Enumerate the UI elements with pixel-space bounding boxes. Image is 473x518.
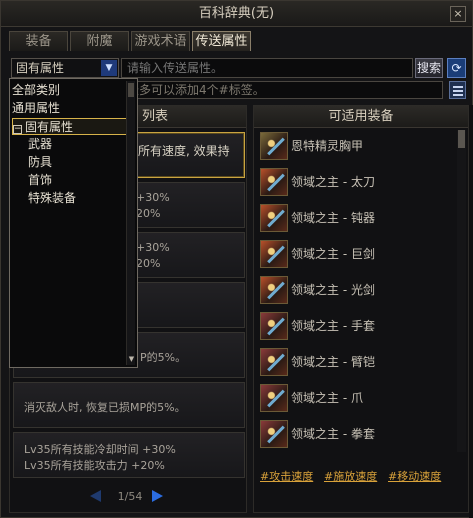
dropdown-item-label: 固有属性 xyxy=(25,120,74,134)
equipment-item[interactable]: 恩特精灵胸甲 xyxy=(257,132,467,164)
list-item[interactable]: 消灭敌人时, 恢复已损MP的5%。 xyxy=(13,382,245,428)
claw-icon xyxy=(260,384,288,412)
tab-game-terms[interactable]: 游戏术语 xyxy=(131,31,190,51)
encyclopedia-window: 百科辞典(无) × 装备 附魔 游戏术语 传送属性 固有属性 ▼ 搜索 ⟳ 最多… xyxy=(0,0,473,518)
chevron-down-icon[interactable]: ▼ xyxy=(101,60,117,76)
dropdown-scrollbar[interactable]: ▼ xyxy=(126,81,135,365)
equipment-name: 领域之主 - 爪 xyxy=(291,391,363,405)
equipment-name: 领域之主 - 光剑 xyxy=(291,283,375,297)
armor-icon xyxy=(260,132,288,160)
search-input[interactable] xyxy=(121,58,413,78)
tag-move-speed[interactable]: #移动速度 xyxy=(388,468,441,484)
equipment-header: 可适用装备 xyxy=(254,106,468,128)
dropdown-item-special-equipment[interactable]: 特殊装备 xyxy=(28,190,128,207)
equipment-item[interactable]: 领域之主 - 钝器 xyxy=(257,204,467,236)
equipment-name: 领域之主 - 巨剑 xyxy=(291,247,375,261)
search-button[interactable]: 搜索 xyxy=(415,58,443,78)
refresh-icon[interactable]: ⟳ xyxy=(447,58,466,78)
knuckle-icon xyxy=(260,420,288,448)
equipment-item[interactable]: 领域之主 - 太刀 xyxy=(257,168,467,200)
close-button[interactable]: × xyxy=(450,6,466,22)
tab-enchant[interactable]: 附魔 xyxy=(70,31,129,51)
equipment-name: 领域之主 - 拳套 xyxy=(291,427,375,441)
dropdown-item-armor[interactable]: 防具 xyxy=(28,154,128,171)
window-title: 百科辞典(无) xyxy=(198,6,275,21)
dropdown-item-all[interactable]: 全部类别 xyxy=(12,82,128,99)
katana-icon xyxy=(260,168,288,196)
pagination: 1/54 xyxy=(10,488,246,508)
category-select-value: 固有属性 xyxy=(16,61,65,75)
gauntlet-icon xyxy=(260,348,288,376)
greatsword-icon xyxy=(260,240,288,268)
title-bar[interactable]: 百科辞典(无) × xyxy=(1,1,472,27)
tag-list-icon[interactable] xyxy=(449,81,466,99)
equipment-name: 领域之主 - 手套 xyxy=(291,319,375,333)
scroll-thumb[interactable] xyxy=(458,130,465,148)
side-strip xyxy=(469,105,473,518)
collapse-icon[interactable]: − xyxy=(13,125,22,134)
equipment-name: 领域之主 - 太刀 xyxy=(291,175,375,189)
scroll-thumb[interactable] xyxy=(128,83,134,97)
dropdown-item-accessory[interactable]: 首饰 xyxy=(28,172,128,189)
scroll-down-icon[interactable]: ▼ xyxy=(127,355,136,363)
blunt-weapon-icon xyxy=(260,204,288,232)
next-page-icon[interactable] xyxy=(152,490,163,502)
tab-bar: 装备 附魔 游戏术语 传送属性 xyxy=(9,31,253,51)
list-item[interactable]: Lv35所有技能冷却时间 +30% Lv35所有技能攻击力 +20% xyxy=(13,432,245,478)
equipment-scrollbar[interactable] xyxy=(457,130,466,452)
category-dropdown-menu: 全部类别 通用属性 − 固有属性 武器 防具 首饰 特殊装备 ▼ xyxy=(9,78,138,368)
category-select[interactable]: 固有属性 ▼ xyxy=(11,58,119,78)
equipment-item[interactable]: 领域之主 - 拳套 xyxy=(257,420,467,452)
tab-transfer-attributes[interactable]: 传送属性 xyxy=(192,31,251,51)
filter-row: 固有属性 ▼ 搜索 ⟳ xyxy=(9,58,469,78)
equipment-name: 领域之主 - 钝器 xyxy=(291,211,375,225)
dropdown-item-common[interactable]: 通用属性 xyxy=(12,100,128,117)
equipment-name: 领域之主 - 臂铠 xyxy=(291,355,375,369)
applicable-equipment-panel: 可适用装备 恩特精灵胸甲 领域之主 - 太刀 领域之主 - 钝器 领域之主 - 巨剑领… xyxy=(253,105,469,513)
equipment-item[interactable]: 领域之主 - 臂铠 xyxy=(257,348,467,380)
equipment-item[interactable]: 领域之主 - 手套 xyxy=(257,312,467,344)
tab-equipment[interactable]: 装备 xyxy=(9,31,68,51)
tag-input[interactable]: 最多可以添加4个#标签。 xyxy=(121,81,443,99)
equipment-item[interactable]: 领域之主 - 巨剑 xyxy=(257,240,467,272)
equipment-item[interactable]: 领域之主 - 光剑 xyxy=(257,276,467,308)
prev-page-icon[interactable] xyxy=(90,490,101,502)
equipment-item[interactable]: 领域之主 - 爪 xyxy=(257,384,467,416)
gloves-icon xyxy=(260,312,288,340)
lightsaber-icon xyxy=(260,276,288,304)
tag-attack-speed[interactable]: #攻击速度 xyxy=(260,468,313,484)
dropdown-item-weapon[interactable]: 武器 xyxy=(28,136,128,153)
dropdown-item-inherent[interactable]: − 固有属性 xyxy=(12,118,128,135)
equipment-name: 恩特精灵胸甲 xyxy=(291,139,364,153)
tag-cast-speed[interactable]: #施放速度 xyxy=(324,468,377,484)
page-indicator: 1/54 xyxy=(117,490,143,503)
